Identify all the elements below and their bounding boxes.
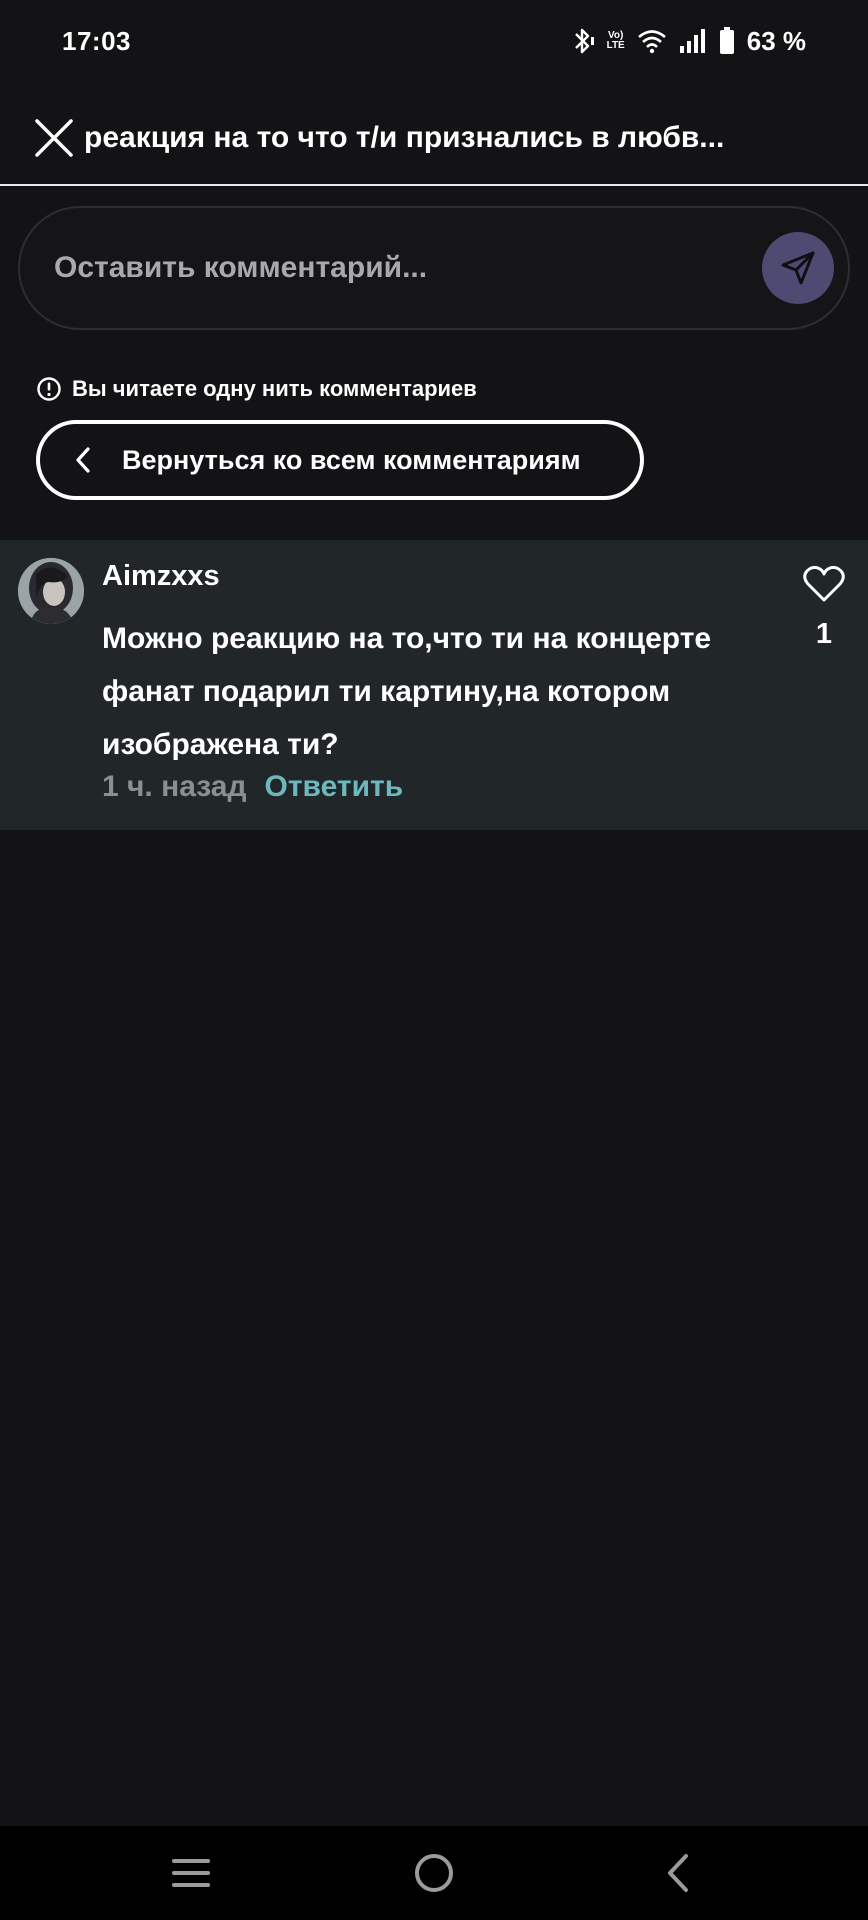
comment-username[interactable]: Aimzxxs (102, 560, 220, 593)
screen: 17:03 Vo) LTE 63 % реакция на то что т/и… (0, 0, 868, 1920)
bluetooth-icon (571, 26, 595, 56)
menu-icon (172, 1859, 211, 1887)
thread-notice: Вы читаете одну нить комментариев (36, 376, 477, 402)
recent-apps-button[interactable] (161, 1843, 221, 1903)
like-count: 1 (815, 618, 833, 650)
comment-input[interactable] (54, 251, 762, 285)
heart-icon (803, 565, 845, 602)
battery-percent: 63 % (746, 25, 806, 56)
status-time: 17:03 (62, 25, 131, 56)
volte-icon: Vo) LTE (607, 31, 625, 51)
send-button[interactable] (762, 232, 834, 304)
comment-time: 1 ч. назад (102, 770, 247, 803)
back-to-all-comments-button[interactable]: Вернуться ко всем комментариям (36, 420, 644, 500)
comment-card: Aimzxxs Можно реакцию на то,что ти на ко… (0, 540, 868, 830)
page-title: реакция на то что т/и признались в любв.… (84, 121, 725, 154)
close-button[interactable] (32, 116, 76, 160)
info-icon (37, 377, 61, 401)
like-button[interactable] (802, 564, 846, 604)
status-icons: Vo) LTE 63 % (571, 26, 806, 57)
comment-text: Можно реакцию на то,что ти на концерте ф… (102, 622, 712, 761)
home-icon (414, 1854, 453, 1892)
system-nav-bar (0, 1826, 868, 1920)
header: реакция на то что т/и признались в любв.… (0, 92, 868, 186)
reply-button[interactable]: Ответить (265, 770, 404, 804)
volte-label-bottom: LTE (606, 40, 625, 51)
status-bar: 17:03 Vo) LTE 63 % (0, 0, 868, 82)
comment-meta: 1 ч. назад Ответить (102, 770, 403, 804)
back-button[interactable] (647, 1843, 707, 1903)
send-icon (781, 251, 815, 285)
thread-notice-text: Вы читаете одну нить комментариев (72, 376, 477, 401)
signal-icon (679, 28, 707, 54)
home-button[interactable] (404, 1843, 464, 1903)
battery-icon (719, 27, 735, 55)
close-icon (35, 119, 73, 157)
back-icon (667, 1854, 688, 1892)
avatar-image (18, 558, 84, 624)
avatar[interactable] (18, 558, 84, 624)
wifi-icon (637, 28, 667, 54)
comment-input-box (18, 206, 850, 330)
chevron-left-icon (76, 447, 90, 473)
back-button-label: Вернуться ко всем комментариям (122, 444, 581, 475)
